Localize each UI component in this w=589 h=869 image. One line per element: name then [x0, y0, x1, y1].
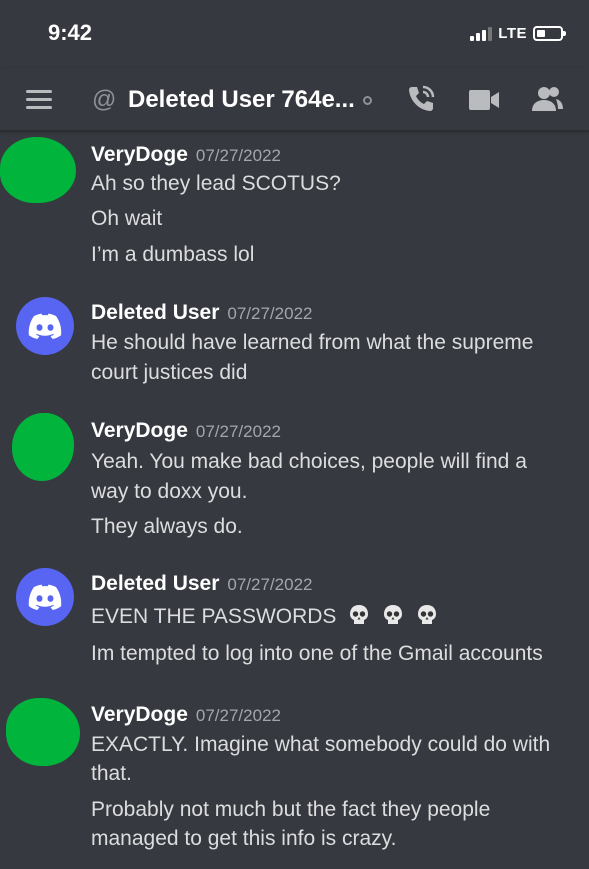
status-bar: 9:42 LTE	[0, 0, 589, 68]
skull-emoji-icon	[350, 605, 369, 624]
message-text: Ah so they lead SCOTUS?	[91, 172, 341, 195]
discord-logo-icon	[28, 584, 62, 610]
message-timestamp: 07/27/2022	[195, 706, 281, 725]
network-type: LTE	[498, 25, 527, 42]
offline-status-icon	[363, 96, 372, 105]
battery-icon	[533, 26, 566, 41]
signal-strength-icon	[470, 26, 493, 41]
discord-logo-icon	[28, 313, 62, 339]
avatar-discord-default[interactable]	[16, 297, 74, 355]
message-text: They always do.	[91, 515, 243, 538]
status-time: 9:42	[48, 20, 93, 45]
dm-at-icon: @	[92, 86, 117, 113]
video-camera-icon[interactable]	[468, 88, 500, 117]
message-text: Probably not much but the fact they peop…	[91, 798, 491, 821]
author-name[interactable]: VeryDoge	[91, 703, 188, 726]
message-text: court justices did	[91, 361, 248, 384]
skull-emoji-icon	[417, 605, 436, 624]
message-text: Yeah. You make bad choices, people will …	[91, 450, 527, 473]
message-text: way to doxx you.	[91, 480, 248, 503]
message-text: EXACTLY. Imagine what somebody could do …	[91, 733, 551, 756]
avatar-censored[interactable]	[12, 413, 74, 481]
message-timestamp: 07/27/2022	[195, 422, 281, 441]
message-author[interactable]: Deleted User 07/27/2022	[91, 572, 312, 596]
hamburger-menu-icon[interactable]	[26, 90, 52, 109]
message-text: that.	[91, 762, 132, 785]
message-text: Im tempted to log into one of the Gmail …	[91, 642, 543, 665]
message-author[interactable]: Deleted User 07/27/2022	[91, 301, 312, 325]
author-name[interactable]: Deleted User	[91, 572, 219, 595]
channel-header: @ Deleted User 764e...	[0, 68, 589, 131]
message-timestamp: 07/27/2022	[227, 575, 313, 594]
message-author[interactable]: VeryDoge 07/27/2022	[91, 419, 281, 443]
avatar-discord-default[interactable]	[16, 568, 74, 626]
author-name[interactable]: Deleted User	[91, 301, 219, 324]
message-timestamp: 07/27/2022	[227, 304, 313, 323]
avatar-censored[interactable]	[6, 698, 80, 766]
skull-emoji-icon	[384, 605, 403, 624]
author-name[interactable]: VeryDoge	[91, 419, 188, 442]
phone-call-icon[interactable]	[405, 83, 437, 120]
message-text: managed to get this info is crazy.	[91, 827, 397, 850]
message-text: Oh wait	[91, 207, 163, 230]
members-icon[interactable]	[530, 85, 564, 118]
dm-title[interactable]: Deleted User 764e...	[128, 86, 355, 114]
author-name[interactable]: VeryDoge	[91, 143, 188, 166]
message-timestamp: 07/27/2022	[195, 146, 281, 165]
message-text-content: EVEN THE PASSWORDS	[91, 605, 337, 628]
message-text: I’m a dumbass lol	[91, 243, 255, 266]
message-text: He should have learned from what the sup…	[91, 331, 534, 354]
message-author[interactable]: VeryDoge 07/27/2022	[91, 703, 281, 727]
message-author[interactable]: VeryDoge 07/27/2022	[91, 143, 281, 167]
message-text: EVEN THE PASSWORDS	[91, 602, 569, 632]
status-indicators: LTE	[470, 25, 566, 42]
avatar-censored[interactable]	[0, 137, 76, 203]
